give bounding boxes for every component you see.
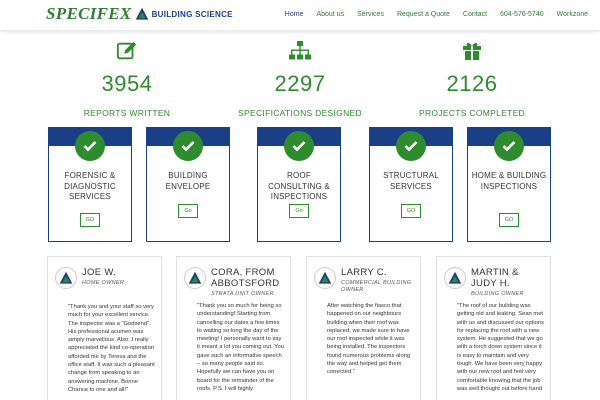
service-title: HOME & BUILDING INSPECTIONS — [471, 171, 547, 191]
avatar-logo-icon — [55, 267, 77, 289]
checkmark-icon — [396, 131, 426, 161]
nav-contact[interactable]: Contact — [463, 11, 487, 18]
checkmark-icon — [75, 131, 105, 161]
service-card-building-envelope: BUILDING ENVELOPE Go — [146, 127, 230, 242]
service-title: FORENSIC & DIAGNOSTIC SERVICES — [64, 171, 116, 201]
checkmark-icon — [494, 131, 524, 161]
stat-label: SPECIFICATIONS DESIGNED — [238, 108, 362, 118]
service-card-home-inspections: HOME & BUILDING INSPECTIONS GO — [467, 127, 551, 242]
testimonial-quote: After watching the fiasco that happened … — [327, 303, 411, 376]
avatar-logo-icon — [444, 267, 466, 289]
edit-icon — [52, 40, 202, 62]
nav-request-quote[interactable]: Request a Quote — [397, 11, 450, 18]
nav-phone[interactable]: 604-576-5740 — [500, 11, 544, 18]
service-title: ROOF CONSULTING & INSPECTIONS — [268, 171, 330, 201]
stat-label: PROJECTS COMPLETED — [419, 108, 525, 118]
stat-projects: 2126 PROJECTS COMPLETED — [397, 40, 547, 118]
stat-label: REPORTS WRITTEN — [83, 108, 171, 118]
testimonial-card: MARTIN & JUDY H. BUILDING OWNER "The roof… — [436, 256, 551, 400]
testimonial-role: BUILDING OWNER — [471, 291, 524, 297]
avatar-logo-icon — [314, 267, 336, 289]
logo-wordmark: SPECIFEX — [46, 4, 132, 23]
testimonial-quote: "Thank you so much for being so understa… — [197, 303, 285, 392]
nav-home[interactable]: Home — [285, 11, 304, 18]
checkmark-icon — [173, 131, 203, 161]
stat-specifications: 2297 SPECIFICATIONS DESIGNED — [225, 40, 375, 118]
testimonial-quote: "Thank you and your staff so very much f… — [68, 304, 155, 393]
stat-value: 2126 — [446, 71, 498, 96]
testimonial-quote: "The roof of our building was getting ol… — [457, 303, 545, 392]
testimonial-role: STRATA UNIT OWNER — [211, 291, 274, 297]
stat-value: 2297 — [274, 71, 326, 96]
main-nav: Home About us Services Request a Quote C… — [285, 11, 588, 18]
checkmark-icon — [284, 131, 314, 161]
service-card-structural: STRUCTURAL SERVICES GO — [369, 127, 453, 242]
stat-reports: 3954 REPORTS WRITTEN — [52, 40, 202, 118]
service-title: BUILDING ENVELOPE — [165, 171, 211, 191]
nav-about-us[interactable]: About us — [316, 11, 344, 18]
nav-services[interactable]: Services — [357, 11, 384, 18]
go-button[interactable]: GO — [499, 213, 519, 227]
testimonial-role: HOME OWNER — [82, 280, 125, 286]
logo-subtitle: BUILDING SCIENCE — [151, 9, 233, 19]
go-button[interactable]: GO — [80, 213, 100, 227]
testimonial-name: JOE W. HOME OWNER — [82, 267, 157, 287]
stat-value: 3954 — [101, 71, 153, 96]
testimonial-name: LARRY C. COMMERCIAL BUILDING OWNER — [341, 267, 416, 294]
logo[interactable]: SPECIFEX BUILDING SCIENCE — [46, 4, 233, 23]
service-card-roof-consulting: ROOF CONSULTING & INSPECTIONS Go — [257, 127, 341, 242]
logo-triangle-icon — [135, 7, 148, 20]
service-title: STRUCTURAL SERVICES — [383, 171, 439, 191]
avatar-logo-icon — [184, 267, 206, 289]
go-button[interactable]: GO — [401, 204, 421, 218]
go-button[interactable]: Go — [178, 204, 198, 218]
testimonial-name: CORA, FROM ABBOTSFORD STRATA UNIT OWNER — [211, 267, 286, 298]
testimonial-name: MARTIN & JUDY H. BUILDING OWNER — [471, 267, 546, 298]
service-card-forensic: FORENSIC & DIAGNOSTIC SERVICES GO — [48, 127, 132, 242]
gift-icon — [397, 40, 547, 62]
sitemap-icon — [225, 40, 375, 62]
site-header: SPECIFEX BUILDING SCIENCE Home About us … — [0, 0, 600, 30]
testimonial-card: JOE W. HOME OWNER "Thank you and your sta… — [47, 256, 162, 400]
testimonial-card: CORA, FROM ABBOTSFORD STRATA UNIT OWNER "… — [176, 256, 291, 400]
testimonial-card: LARRY C. COMMERCIAL BUILDING OWNER After … — [306, 256, 421, 400]
testimonial-role: COMMERCIAL BUILDING OWNER — [341, 280, 412, 293]
go-button[interactable]: Go — [289, 204, 309, 218]
nav-workzone[interactable]: Workzone — [557, 11, 588, 18]
